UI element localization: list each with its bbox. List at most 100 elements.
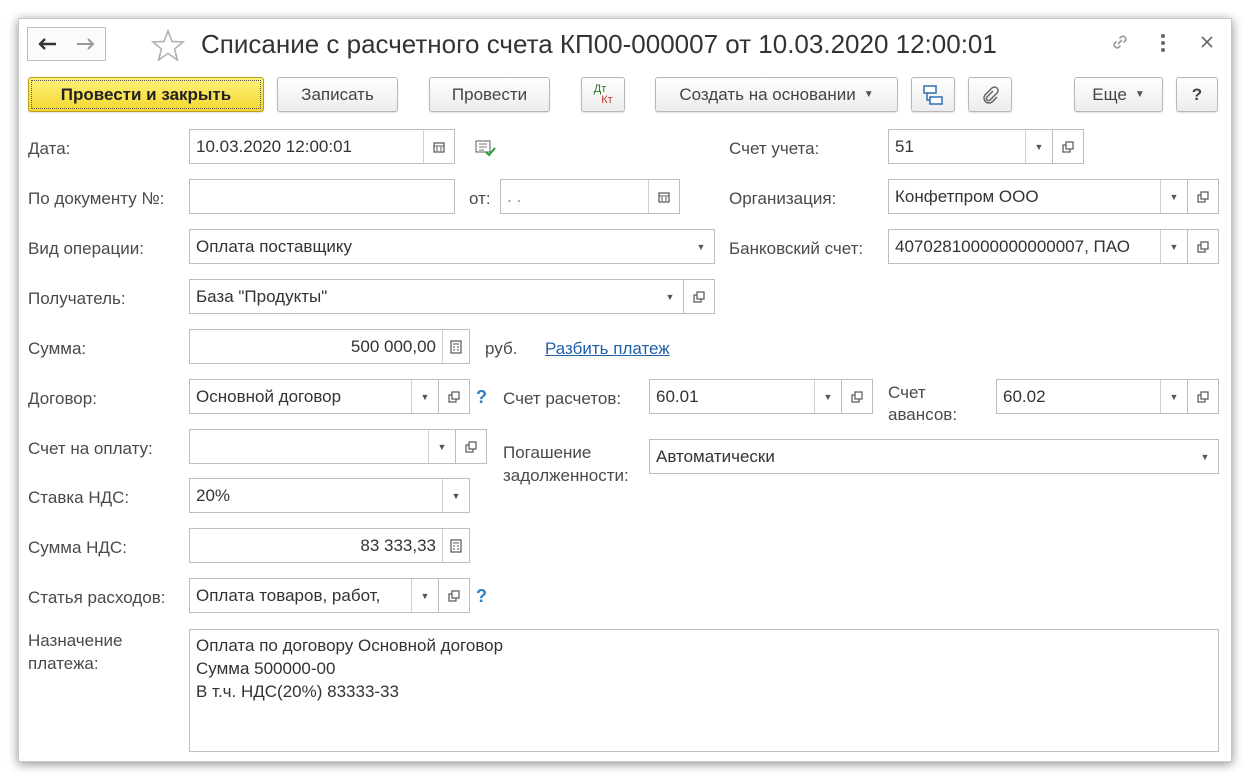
purpose-line-3: В т.ч. НДС(20%) 83333-33 (196, 682, 399, 701)
currency-label: руб. (485, 339, 518, 358)
chevron-down-icon[interactable]: ▼ (1160, 380, 1187, 413)
date-input[interactable]: 10.03.2020 12:00:01 (189, 129, 455, 164)
purpose-label-line2: платежа: (28, 654, 99, 673)
purpose-line-1: Оплата по договору Основной договор (196, 636, 504, 655)
contract-help-icon[interactable]: ? (476, 387, 487, 408)
organization-value: Конфетпром ООО (895, 186, 1039, 206)
doc-number-input[interactable] (189, 179, 455, 214)
open-icon[interactable] (841, 380, 872, 413)
chevron-down-icon[interactable]: ▼ (1025, 130, 1052, 163)
advance-account-value: 60.02 (1003, 386, 1046, 406)
vat-rate-select[interactable]: 20% ▼ (189, 478, 470, 513)
bank-account-select[interactable]: 40702810000000000007, ПАО ▼ (888, 229, 1219, 264)
chevron-down-icon[interactable]: ▼ (688, 230, 714, 263)
advance-account-label-line2: авансов: (888, 405, 958, 424)
chevron-down-icon[interactable]: ▼ (814, 380, 841, 413)
contract-label: Договор: (28, 389, 97, 408)
more-button[interactable]: Еще ▼ (1074, 77, 1163, 112)
recipient-value: База "Продукты" (196, 286, 328, 306)
operation-type-value: Оплата поставщику (196, 236, 353, 256)
help-button[interactable]: ? (1176, 77, 1218, 112)
advance-account-select[interactable]: 60.02 ▼ (996, 379, 1219, 414)
organization-select[interactable]: Конфетпром ООО ▼ (888, 179, 1219, 214)
structure-button[interactable] (911, 77, 955, 112)
date-label: Дата: (28, 139, 71, 158)
open-icon[interactable] (683, 280, 714, 313)
window-title: Списание с расчетного счета КП00-000007 … (201, 29, 997, 59)
post-and-close-button[interactable]: Провести и закрыть (28, 77, 264, 112)
open-icon[interactable] (1052, 130, 1083, 163)
amount-value: 500 000,00 (350, 336, 436, 356)
expense-item-select[interactable]: Оплата товаров, работ, ▼ (189, 578, 470, 613)
chevron-down-icon[interactable]: ▼ (428, 430, 455, 463)
calculator-icon[interactable] (442, 529, 469, 562)
bank-account-value: 40702810000000000007, ПАО (895, 236, 1130, 256)
calendar-icon[interactable] (423, 130, 454, 163)
attach-button[interactable] (968, 77, 1012, 112)
link-icon[interactable] (1109, 31, 1131, 58)
chevron-down-icon[interactable]: ▼ (411, 380, 438, 413)
chevron-down-icon[interactable]: ▼ (1160, 230, 1187, 263)
calendar-icon[interactable] (648, 180, 679, 213)
open-icon[interactable] (1187, 230, 1218, 263)
expense-item-value: Оплата товаров, работ, (196, 585, 381, 605)
chevron-down-icon[interactable]: ▼ (411, 579, 438, 612)
purpose-line-2: Сумма 500000-00 (196, 659, 336, 678)
vat-rate-value: 20% (196, 485, 231, 505)
settlement-account-select[interactable]: 60.01 ▼ (649, 379, 873, 414)
save-button[interactable]: Записать (277, 77, 398, 112)
payment-purpose-textarea[interactable]: Оплата по договору Основной договор Сумм… (189, 629, 1219, 752)
arrow-left-icon (38, 38, 56, 50)
vat-amount-input[interactable]: 83 333,33 (189, 528, 470, 563)
expense-item-help-icon[interactable]: ? (476, 586, 487, 607)
chevron-down-icon[interactable]: ▼ (1192, 440, 1218, 473)
chevron-down-icon[interactable]: ▼ (657, 280, 683, 313)
account-select[interactable]: 51 ▼ (888, 129, 1084, 164)
vat-amount-label: Сумма НДС: (28, 538, 127, 557)
status-message-icon[interactable] (475, 140, 497, 163)
invoice-label: Счет на оплату: (28, 439, 153, 458)
recipient-label: Получатель: (28, 289, 126, 308)
split-payment-link[interactable]: Разбить платеж (545, 339, 670, 359)
doc-date-input[interactable]: . . (500, 179, 680, 214)
vat-rate-label: Ставка НДС: (28, 488, 130, 507)
create-based-on-button[interactable]: Создать на основании ▼ (655, 77, 898, 112)
amount-input[interactable]: 500 000,00 (189, 329, 470, 364)
open-icon[interactable] (1187, 180, 1218, 213)
settlement-account-label: Счет расчетов: (503, 389, 622, 408)
favorite-star-icon[interactable] (150, 28, 186, 66)
calculator-icon[interactable] (442, 330, 469, 363)
dt-label: Дт (593, 82, 607, 95)
recipient-select[interactable]: База "Продукты" ▼ (189, 279, 715, 314)
open-icon[interactable] (1187, 380, 1218, 413)
operation-type-select[interactable]: Оплата поставщику ▼ (189, 229, 715, 264)
amount-label: Сумма: (28, 339, 87, 358)
doc-date-value: . . (507, 186, 522, 206)
more-label: Еще (1092, 84, 1127, 104)
debt-repayment-select[interactable]: Автоматически ▼ (649, 439, 1219, 474)
doc-date-from-label: от: (469, 189, 491, 208)
account-label: Счет учета: (729, 139, 820, 158)
open-icon[interactable] (438, 380, 469, 413)
close-icon[interactable] (1200, 34, 1214, 54)
contract-select[interactable]: Основной договор ▼ (189, 379, 470, 414)
more-vertical-icon[interactable] (1159, 33, 1167, 58)
contract-value: Основной договор (196, 386, 342, 406)
chevron-down-icon[interactable]: ▼ (1160, 180, 1187, 213)
doc-number-value (190, 180, 454, 213)
chevron-down-icon[interactable]: ▼ (442, 479, 469, 512)
post-button[interactable]: Провести (429, 77, 550, 112)
dt-kt-button[interactable]: Дт Кт (581, 77, 625, 112)
open-icon[interactable] (438, 579, 469, 612)
open-icon[interactable] (455, 430, 486, 463)
back-button[interactable] (27, 27, 67, 61)
debt-repayment-label-line2: задолженности: (503, 466, 629, 485)
date-value: 10.03.2020 12:00:01 (196, 136, 352, 156)
organization-label: Организация: (729, 189, 837, 208)
invoice-select[interactable]: ▼ (189, 429, 487, 464)
forward-button[interactable] (66, 27, 106, 61)
vat-amount-value: 83 333,33 (360, 535, 436, 555)
settlement-account-value: 60.01 (656, 386, 699, 406)
arrow-right-icon (76, 38, 94, 50)
advance-account-label-line1: Счет (888, 383, 926, 402)
